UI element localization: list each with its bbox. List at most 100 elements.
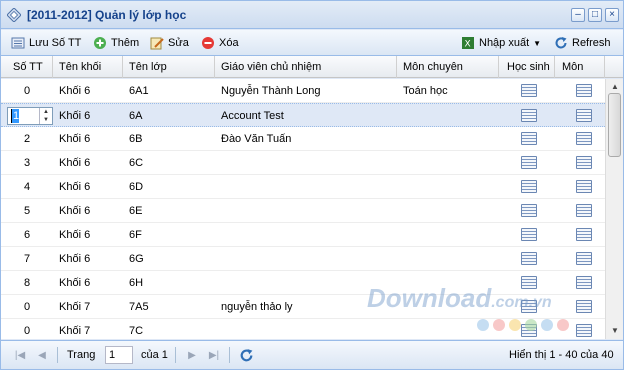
last-page-icon[interactable]: ▶| bbox=[207, 349, 221, 362]
save-order-button[interactable]: Lưu Số TT bbox=[11, 35, 81, 51]
cell-khoi: Khối 6 bbox=[59, 85, 91, 97]
cell-lop: 6D bbox=[129, 181, 144, 193]
cell-mon-chuyen bbox=[397, 247, 499, 271]
table-row[interactable]: 1 ▲ ▼ Khối 6 6A Account Test bbox=[1, 103, 605, 127]
students-list-icon[interactable] bbox=[521, 204, 537, 217]
watermark-text: Download bbox=[367, 283, 492, 313]
cell-lop: 6A bbox=[129, 110, 143, 122]
students-list-icon[interactable] bbox=[521, 156, 537, 169]
cell-lop: 6C bbox=[129, 157, 144, 169]
cell-khoi: Khối 6 bbox=[59, 157, 91, 169]
scroll-down-icon[interactable]: ▼ bbox=[609, 325, 621, 337]
refresh-label: Refresh bbox=[572, 37, 611, 49]
cell-stt: 7 bbox=[23, 253, 31, 265]
cell-lop: 6B bbox=[129, 133, 143, 145]
first-page-icon[interactable]: |◀ bbox=[13, 349, 27, 362]
cell-khoi: Khối 6 bbox=[59, 229, 91, 241]
subjects-list-icon[interactable] bbox=[576, 300, 592, 313]
cell-stt: 2 bbox=[23, 133, 31, 145]
delete-button[interactable]: Xóa bbox=[201, 35, 239, 51]
vertical-scrollbar[interactable]: ▲ ▼ bbox=[605, 79, 623, 339]
table-row[interactable]: 2 Khối 6 6B Đào Văn Tuấn bbox=[1, 127, 605, 151]
subjects-list-icon[interactable] bbox=[576, 228, 592, 241]
column-header-stt[interactable]: Số TT bbox=[1, 56, 53, 78]
students-list-icon[interactable] bbox=[521, 132, 537, 145]
subjects-list-icon[interactable] bbox=[576, 109, 592, 122]
edit-button[interactable]: Sửa bbox=[150, 35, 189, 51]
next-page-icon[interactable]: ▶ bbox=[185, 349, 199, 362]
subjects-list-icon[interactable] bbox=[576, 324, 592, 337]
column-header-khoi[interactable]: Tên khối bbox=[53, 56, 123, 78]
maximize-button[interactable]: □ bbox=[588, 8, 602, 22]
reload-icon[interactable] bbox=[239, 348, 254, 363]
subjects-list-icon[interactable] bbox=[576, 204, 592, 217]
page-label: Trang bbox=[67, 349, 96, 361]
table-row[interactable]: 7 Khối 6 6G bbox=[1, 247, 605, 271]
minimize-button[interactable]: – bbox=[571, 8, 585, 22]
display-status: Hiển thị 1 - 40 của 40 bbox=[509, 349, 614, 361]
table-row[interactable]: 3 Khối 6 6C bbox=[1, 151, 605, 175]
cell-khoi: Khối 6 bbox=[59, 205, 91, 217]
cell-khoi: Khối 7 bbox=[59, 301, 91, 313]
subjects-list-icon[interactable] bbox=[576, 276, 592, 289]
students-list-icon[interactable] bbox=[521, 84, 537, 97]
list-order-icon bbox=[11, 37, 25, 49]
add-label: Thêm bbox=[111, 37, 140, 49]
cell-mon-chuyen bbox=[397, 127, 499, 151]
subjects-list-icon[interactable] bbox=[576, 180, 592, 193]
order-number-editor[interactable]: 1 ▲ ▼ bbox=[7, 107, 53, 125]
page-number-input[interactable] bbox=[105, 346, 133, 364]
cell-stt: 3 bbox=[23, 157, 31, 169]
students-list-icon[interactable] bbox=[521, 228, 537, 241]
subjects-list-icon[interactable] bbox=[576, 132, 592, 145]
prev-page-icon[interactable]: ◀ bbox=[35, 349, 49, 362]
column-header-mon-chuyen[interactable]: Môn chuyên bbox=[397, 56, 499, 78]
table-row[interactable]: 5 Khối 6 6E bbox=[1, 199, 605, 223]
app-icon bbox=[7, 8, 21, 22]
scroll-up-icon[interactable]: ▲ bbox=[609, 81, 621, 93]
subjects-list-icon[interactable] bbox=[576, 252, 592, 265]
table-row[interactable]: 6 Khối 6 6F bbox=[1, 223, 605, 247]
cell-stt: 5 bbox=[23, 205, 31, 217]
cell-khoi: Khối 6 bbox=[59, 133, 91, 145]
cell-mon-chuyen: Toán học bbox=[403, 85, 448, 97]
cell-mon-chuyen bbox=[397, 223, 499, 247]
import-export-button[interactable]: X Nhập xuất ▼ bbox=[461, 35, 541, 51]
watermark-suffix: .com.vn bbox=[491, 294, 552, 311]
students-list-icon[interactable] bbox=[521, 180, 537, 193]
dot-icon bbox=[541, 319, 553, 331]
class-management-window: [2011-2012] Quản lý lớp học – □ × Lưu Số… bbox=[0, 0, 624, 370]
subjects-list-icon[interactable] bbox=[576, 84, 592, 97]
refresh-button[interactable]: Refresh bbox=[554, 35, 611, 51]
close-button[interactable]: × bbox=[605, 8, 619, 22]
table-row[interactable]: 0 Khối 6 6A1 Nguyễn Thành Long Toán học bbox=[1, 79, 605, 103]
cell-gvcn: Account Test bbox=[221, 110, 284, 122]
table-row[interactable]: 4 Khối 6 6D bbox=[1, 175, 605, 199]
subjects-list-icon[interactable] bbox=[576, 156, 592, 169]
cell-khoi: Khối 6 bbox=[59, 253, 91, 265]
students-list-icon[interactable] bbox=[521, 109, 537, 122]
cell-mon-chuyen bbox=[397, 104, 499, 128]
edit-icon bbox=[150, 37, 164, 50]
column-header-mon-hoc[interactable]: Môn học bbox=[555, 56, 605, 95]
spinner-icon[interactable]: ▲ ▼ bbox=[39, 108, 52, 124]
add-button[interactable]: Thêm bbox=[93, 35, 139, 51]
cell-mon-chuyen bbox=[397, 151, 499, 175]
grid-header: Số TT Tên khối Tên lớp Giáo viên chủ nhi… bbox=[1, 56, 623, 95]
separator bbox=[57, 347, 58, 363]
add-icon bbox=[94, 37, 106, 49]
cell-gvcn bbox=[215, 175, 397, 199]
scrollbar-thumb[interactable] bbox=[608, 93, 621, 157]
title-bar[interactable]: [2011-2012] Quản lý lớp học – □ × bbox=[1, 1, 623, 29]
import-export-label: Nhập xuất bbox=[479, 37, 530, 49]
cell-stt: 0 bbox=[23, 325, 31, 337]
students-list-icon[interactable] bbox=[521, 252, 537, 265]
cell-khoi: Khối 7 bbox=[59, 325, 91, 337]
cell-gvcn bbox=[215, 151, 397, 175]
cell-gvcn bbox=[215, 199, 397, 223]
watermark-dots bbox=[477, 319, 569, 331]
column-header-gvcn[interactable]: Giáo viên chủ nhiệm bbox=[215, 56, 397, 78]
column-header-lop[interactable]: Tên lớp bbox=[123, 56, 215, 78]
cell-khoi: Khối 6 bbox=[59, 277, 91, 289]
column-header-hoc-sinh[interactable]: Học sinh bbox=[499, 56, 555, 78]
